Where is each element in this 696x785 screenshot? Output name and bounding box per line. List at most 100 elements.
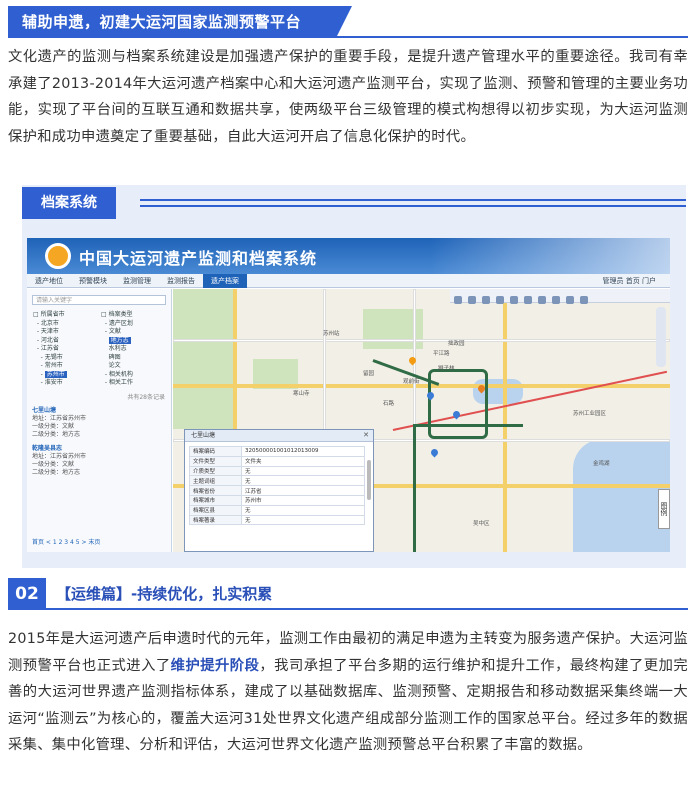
tree-node: 地方志 — [101, 336, 165, 346]
app-nav-right: 管理员 首页 门户 — [602, 277, 656, 285]
archive-system-screenshot: 中国大运河遗产监测和档案系统 遗产地位 预警模块 监测管理 监测报告 遗产档案 管理员 首… — [27, 238, 670, 552]
map-label: 吴中区 — [473, 521, 490, 527]
result-list: 七里山塘 地址：江苏省苏州市 一级分类：文献 二级分类：地方志 乾隆吴县志 地址：江苏省苏… — [27, 407, 171, 477]
sidebar-trees: □ 所属省市 - 北京市 - 天津市 - 河北省 - 江苏省 - 无锡市 - 常… — [27, 311, 171, 388]
archive-detail-popup: 七里山塘 ✕ 档案编码 320500001001012013009 文件类型 文件夹介… — [184, 429, 374, 552]
popup-value: 320500001001012013009 — [241, 446, 365, 457]
print-icon — [524, 296, 532, 304]
app-nav-item: 监测管理 — [123, 277, 151, 285]
skyline-decoration — [430, 238, 670, 274]
tree-node: □ 档案类型 — [101, 311, 133, 318]
ops-paragraph: 2015年是大运河遗产后申遗时代的元年，监测工作由最初的满足申遗为主转变为服务遗… — [8, 626, 688, 759]
section-underline — [8, 608, 688, 610]
search-icon — [566, 296, 574, 304]
section-number: 02 — [8, 578, 46, 610]
sidebar-pager: 首页 < 1 2 3 4 5 > 末页 — [32, 539, 101, 546]
map-legend: 图例 — [658, 489, 670, 529]
tree-node: 水利志 — [101, 345, 127, 352]
result-cat1: 一级分类：文献 — [32, 460, 75, 468]
popup-row: 介质类型无 — [189, 465, 365, 477]
popup-key: 档案编码 — [189, 446, 242, 457]
app-nav-item: 监测报告 — [167, 277, 195, 285]
popup-table: 档案编码 320500001001012013009 文件类型 文件夹 介质类型无主题词… — [189, 446, 365, 526]
layer-icon — [510, 296, 518, 304]
popup-row: 档案城市 苏州市 — [189, 494, 365, 506]
popup-value: 无 — [241, 504, 365, 516]
clear-icon — [552, 296, 560, 304]
tree-node: - 无锡市 — [33, 353, 63, 361]
popup-key: 档案省份 — [189, 485, 242, 496]
measure-icon — [496, 296, 504, 304]
popup-row: 档案编码 320500001001012013009 — [189, 446, 365, 457]
popup-key: 档案著录 — [189, 514, 242, 526]
tree-node: - 天津市 — [33, 328, 59, 335]
map-lake — [573, 439, 670, 552]
tree-node: 论文 — [101, 362, 121, 369]
result-cat1: 一级分类：文献 — [32, 422, 75, 430]
popup-title: 七里山塘 — [185, 430, 373, 442]
map-label: 观前街 — [403, 379, 420, 385]
result-list-item: 七里山塘 地址：江苏省苏州市 一级分类：文献 二级分类：地方志 — [32, 407, 166, 439]
figure-tab-label: 档案系统 — [22, 187, 116, 219]
popup-key: 介质类型 — [189, 465, 242, 477]
section-header-title: 辅助申遗，初建大运河国家监测预警平台 — [22, 13, 302, 31]
result-cat2: 二级分类：地方志 — [32, 468, 81, 476]
popup-value: 江苏省 — [241, 485, 365, 496]
popup-row: 档案省份 江苏省 — [189, 485, 365, 496]
map-zoom-slider — [656, 307, 666, 367]
tree-node: - 遗产区划 — [101, 319, 133, 327]
map-label: 石路 — [383, 401, 395, 407]
map-view: 苏州站平江路石路观前街苏州乐园金鸡湖苏州工业园区吴中区狮子林拙政园留园寒山寺 图… — [173, 289, 670, 552]
popup-key: 主题词组 — [189, 475, 242, 487]
tree-node: - 河北省 — [33, 336, 59, 344]
tree-node: - 文献 — [101, 328, 121, 335]
map-label: 寒山寺 — [293, 391, 310, 397]
canal-route — [413, 424, 523, 552]
app-nav-item: 预警模块 — [79, 277, 107, 285]
app-header: 中国大运河遗产监测和档案系统 — [27, 238, 670, 274]
zoom-out-icon — [468, 296, 476, 304]
tree-province: □ 所属省市 - 北京市 - 天津市 - 河北省 - 江苏省 - 无锡市 - 常… — [27, 311, 95, 388]
figure-decorative-lines — [140, 199, 686, 207]
fullscreen-icon — [538, 296, 546, 304]
tree-archive-type: □ 档案类型 - 遗产区划 - 文献 地方志 水利志 碑图 论文 - 相关机构 … — [95, 311, 165, 388]
tree-node: □ 所属省市 — [33, 311, 65, 318]
info-icon — [580, 296, 588, 304]
para-highlight: 维护提升阶段 — [170, 657, 260, 674]
app-nav-item: 遗产地位 — [35, 277, 63, 285]
map-label: 金鸡湖 — [593, 461, 610, 467]
map-label: 苏州工业园区 — [573, 411, 607, 417]
app-logo-icon — [45, 243, 71, 269]
result-addr: 地址：江苏省苏州市 — [32, 452, 87, 460]
map-hill-area — [173, 289, 233, 429]
app-sidebar: 请输入关键字 □ 所属省市 - 北京市 - 天津市 - 河北省 - 江苏省 - … — [27, 289, 172, 552]
result-list-item: 乾隆吴县志 地址：江苏省苏州市 一级分类：文献 二级分类：地方志 — [32, 445, 166, 477]
map-label: 拙政园 — [448, 341, 465, 347]
app-nav-item: 遗产档案 — [203, 274, 247, 288]
popup-value: 文件夹 — [241, 455, 365, 467]
close-icon: ✕ — [363, 431, 369, 439]
intro-paragraph: 文化遗产的监测与档案系统建设是加强遗产保护的重要手段，是提升遗产管理水平的重要途… — [8, 49, 688, 145]
result-addr: 地址：江苏省苏州市 — [32, 414, 87, 422]
results-count: 共有28条记录 — [127, 393, 165, 401]
map-label: 平江路 — [433, 351, 450, 357]
tree-node: - 淮安市 — [33, 379, 63, 386]
result-name: 乾隆吴县志 — [32, 444, 63, 452]
tree-node: - 江苏省 — [33, 345, 59, 352]
map-label: 苏州站 — [323, 331, 340, 337]
map-toolbar — [450, 289, 670, 304]
tree-node: - 相关机构 — [101, 370, 133, 378]
app-nav-bar: 遗产地位 预警模块 监测管理 监测报告 遗产档案 管理员 首页 门户 — [27, 274, 670, 288]
popup-row: 档案著录无 — [189, 514, 365, 526]
app-title: 中国大运河遗产监测和档案系统 — [79, 249, 318, 268]
popup-key: 档案城市 — [189, 494, 242, 506]
popup-key: 档案区县 — [189, 504, 242, 516]
popup-value: 苏州市 — [241, 494, 365, 506]
popup-row: 档案区县无 — [189, 504, 365, 516]
tree-node: - 常州市 — [33, 362, 63, 369]
map-street — [173, 339, 670, 342]
map-label: 狮子林 — [438, 366, 455, 372]
map-label: 留园 — [363, 371, 375, 377]
tree-node: - 相关工作 — [101, 379, 133, 386]
result-name: 七里山塘 — [32, 406, 57, 414]
